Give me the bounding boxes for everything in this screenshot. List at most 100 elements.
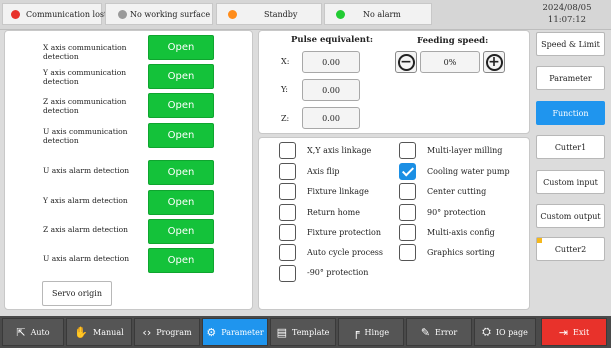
return-home-checkbox[interactable] [279,204,296,221]
return-home-label: Return home [307,208,360,217]
nav-error-label: Error [435,327,458,337]
servo-origin-button[interactable]: Servo origin [42,281,112,306]
fixture-protection-label: Fixture protection [307,228,382,237]
auto-cycle-process-checkbox[interactable] [279,244,296,261]
side-menu-speed-limit[interactable]: Speed & Limit [536,32,605,56]
status-bar: Communication lost No working surface St… [0,0,611,30]
pulse-y-label: Y: [281,85,288,94]
nav-template-button[interactable]: ▤ Template [270,318,336,346]
status-standby: Standby [216,3,322,25]
multi-layer-milling-checkbox[interactable] [399,142,416,159]
nav-error-button[interactable]: ✎ Error [406,318,472,346]
u-alarm-detection-open-button-2[interactable]: Open [148,248,214,273]
z-alarm-detection-label: Z axis alarm detection [43,225,129,234]
status-gray-dot-icon [118,9,127,19]
axis-flip-checkbox[interactable] [279,163,296,180]
clock-date: 2024/08/05 [542,3,592,13]
lock-icon [537,238,542,243]
nav-io-page-label: IO page [495,327,528,337]
center-cutting-label: Center cutting [427,187,487,196]
hinge-icon: ╒ [352,325,360,339]
exit-icon: ⇥ [558,325,569,339]
u-comm-detection-open-button[interactable]: Open [148,123,214,148]
pulse-equivalent-title: Pulse equivalent: [291,35,374,45]
z-comm-detection-label: Z axis communication detection [43,97,127,115]
status-standby-label: Standby [264,9,298,19]
auto-icon: ⇱ [16,325,26,339]
nav-auto-button[interactable]: ⇱ Auto [2,318,64,346]
x-comm-detection-label: X axis communication detection [43,43,127,61]
nav-manual-button[interactable]: ✋ Manual [66,318,132,346]
auto-cycle-process-label: Auto cycle process [307,248,384,257]
nav-program-button[interactable]: ‹› Program [134,318,200,346]
plus-icon: + [485,53,503,71]
u-alarm-detection-label: U axis alarm detection [43,166,130,175]
nav-io-page-button[interactable]: ⛭ IO page [474,318,536,346]
x-comm-detection-open-button[interactable]: Open [148,35,214,60]
ninety-protection-checkbox[interactable] [399,204,416,221]
z-alarm-detection-open-button[interactable]: Open [148,219,214,244]
pulse-z-input[interactable]: 0.00 [302,107,360,129]
side-menu-custom-output[interactable]: Custom output [536,204,605,228]
cooling-water-pump-checkbox[interactable] [399,163,416,180]
error-icon: ✎ [420,325,431,339]
nav-exit-label: Exit [573,327,590,337]
ninety-protection-label: 90° protection [427,208,486,217]
status-communication: Communication lost [2,3,107,25]
xy-axis-linkage-checkbox[interactable] [279,142,296,159]
pulse-x-input[interactable]: 0.00 [302,51,360,73]
nav-parameter-button[interactable]: ⚙ Parameter [202,318,268,346]
nav-exit-button[interactable]: ⇥ Exit [541,318,607,346]
status-red-dot-icon [11,9,20,19]
feeding-speed-title: Feeding speed: [417,36,489,46]
y-comm-detection-label: Y axis communication detection [43,68,127,86]
side-menu-parameter[interactable]: Parameter [536,66,605,90]
side-menu-cutter2[interactable]: Cutter2 [536,237,605,261]
bottom-nav: ⇱ Auto ✋ Manual ‹› Program ⚙ Parameter ▤… [0,316,611,348]
status-green-dot-icon [336,9,345,19]
minus-icon: − [397,53,415,71]
feeding-decrease-button[interactable]: − [395,51,417,73]
y-alarm-detection-label: Y axis alarm detection [43,196,128,205]
feeding-speed-value: 0% [420,51,480,73]
feeding-increase-button[interactable]: + [483,51,505,73]
xy-axis-linkage-label: X,Y axis linkage [307,146,372,155]
code-icon: ‹› [142,325,152,339]
nav-hinge-button[interactable]: ╒ Hinge [338,318,404,346]
multi-layer-milling-label: Multi-layer milling [427,146,503,155]
nav-manual-label: Manual [93,327,124,337]
graphics-sorting-label: Graphics sorting [427,248,495,257]
side-menu-custom-input[interactable]: Custom input [536,170,605,194]
cooling-water-pump-label: Cooling water pump [427,167,510,176]
graphics-sorting-checkbox[interactable] [399,244,416,261]
io-icon: ⛭ [482,325,491,338]
y-alarm-detection-open-button[interactable]: Open [148,190,214,215]
clock-time: 11:07:12 [547,15,587,25]
status-orange-dot-icon [228,9,237,19]
minus-90-protection-label: -90° protection [307,268,369,277]
nav-parameter-label: Parameter [221,327,264,337]
fixture-protection-checkbox[interactable] [279,224,296,241]
gear-icon: ⚙ [206,325,217,339]
u-alarm-detection-open-button[interactable]: Open [148,160,214,185]
status-alarm-label: No alarm [363,9,401,19]
u-alarm-detection-label-2: U axis alarm detection [43,254,130,263]
y-comm-detection-open-button[interactable]: Open [148,64,214,89]
pulse-x-label: X: [281,57,290,66]
nav-program-label: Program [156,327,192,337]
fixture-linkage-checkbox[interactable] [279,183,296,200]
pulse-y-input[interactable]: 0.00 [302,79,360,101]
status-working-surface-label: No working surface [130,9,211,19]
detection-panel: X axis communication detection Open Y ax… [4,30,253,310]
pulse-panel: Pulse equivalent: Feeding speed: X: 0.00… [258,30,530,134]
z-comm-detection-open-button[interactable]: Open [148,93,214,118]
minus-90-protection-checkbox[interactable] [279,265,296,282]
nav-hinge-label: Hinge [364,327,390,337]
side-menu-cutter1[interactable]: Cutter1 [536,135,605,159]
status-communication-label: Communication lost [26,9,108,19]
fixture-linkage-label: Fixture linkage [307,187,369,196]
axis-flip-label: Axis flip [307,167,340,176]
side-menu-function[interactable]: Function [536,101,605,125]
center-cutting-checkbox[interactable] [399,183,416,200]
multi-axis-config-checkbox[interactable] [399,224,416,241]
